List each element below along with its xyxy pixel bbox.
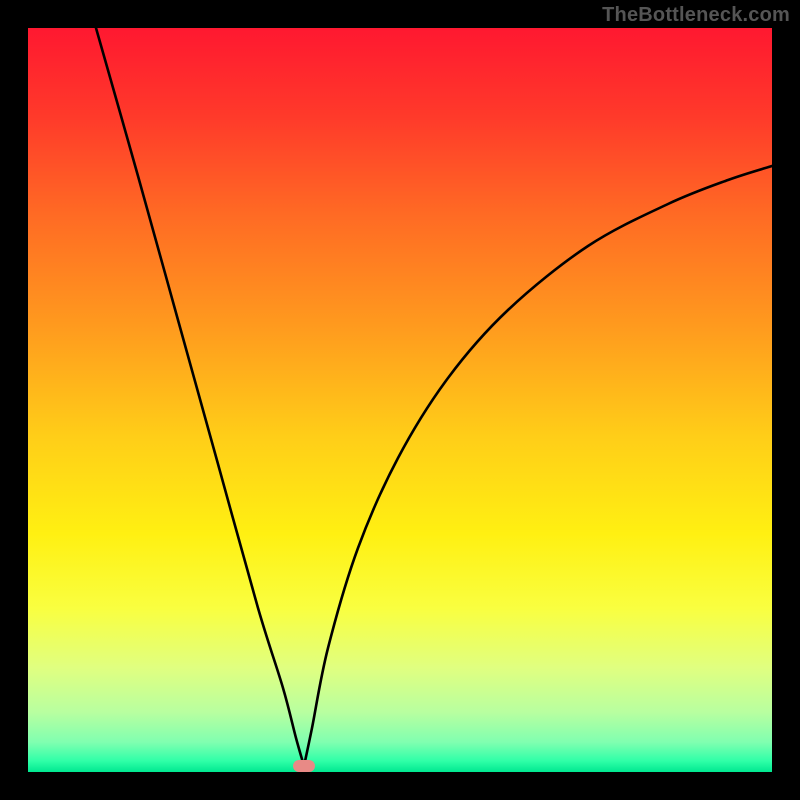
- chart-frame: TheBottleneck.com: [0, 0, 800, 800]
- gradient-background: [28, 28, 772, 772]
- plot-area: [28, 28, 772, 772]
- chart-svg: [28, 28, 772, 772]
- watermark-text: TheBottleneck.com: [602, 4, 790, 27]
- optimal-marker: [293, 760, 315, 772]
